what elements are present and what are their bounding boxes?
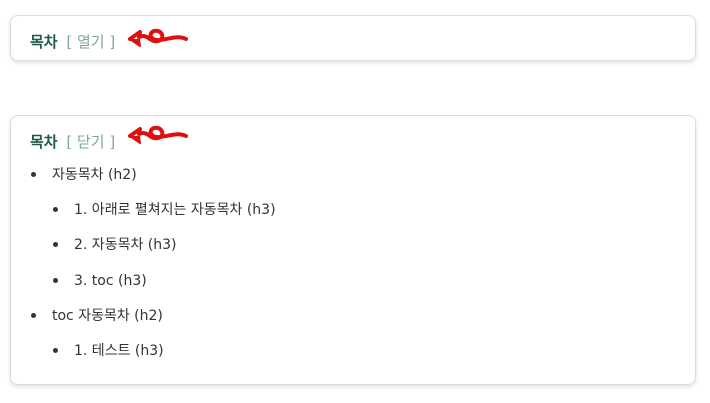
toc-header: 목차 [ 닫기 ] [30, 132, 115, 152]
toc-item-label[interactable]: 2. 자동목차 (h3) [74, 236, 176, 254]
toc-item-label[interactable]: 1. 아래로 펼쳐지는 자동목차 (h3) [74, 201, 276, 219]
toc-title: 목차 [30, 133, 58, 151]
toc-item-label[interactable]: 3. toc (h3) [74, 272, 147, 290]
toc-collapsed-box: 목차 [ 열기 ] [10, 15, 696, 61]
red-arrow-icon [128, 125, 188, 144]
bullet-icon [31, 172, 36, 177]
toc-item-label[interactable]: 1. 테스트 (h3) [74, 342, 164, 360]
bullet-icon [53, 348, 58, 353]
bullet-icon [31, 313, 36, 318]
bullet-icon [53, 278, 58, 283]
red-arrow-icon [128, 28, 188, 47]
toc-item-label[interactable]: toc 자동목차 (h2) [52, 307, 163, 325]
bullet-icon [53, 207, 58, 212]
toc-title: 목차 [30, 33, 58, 51]
toc-header: 목차 [ 열기 ] [30, 32, 115, 52]
toc-expanded-box: 목차 [ 닫기 ] 자동목차 (h2) 1. 아래로 펼쳐지는 자동목차 (h3… [10, 115, 696, 385]
toc-close-toggle[interactable]: [ 닫기 ] [66, 133, 115, 151]
toc-item-label[interactable]: 자동목차 (h2) [52, 166, 137, 184]
toc-open-toggle[interactable]: [ 열기 ] [66, 33, 115, 51]
bullet-icon [53, 242, 58, 247]
